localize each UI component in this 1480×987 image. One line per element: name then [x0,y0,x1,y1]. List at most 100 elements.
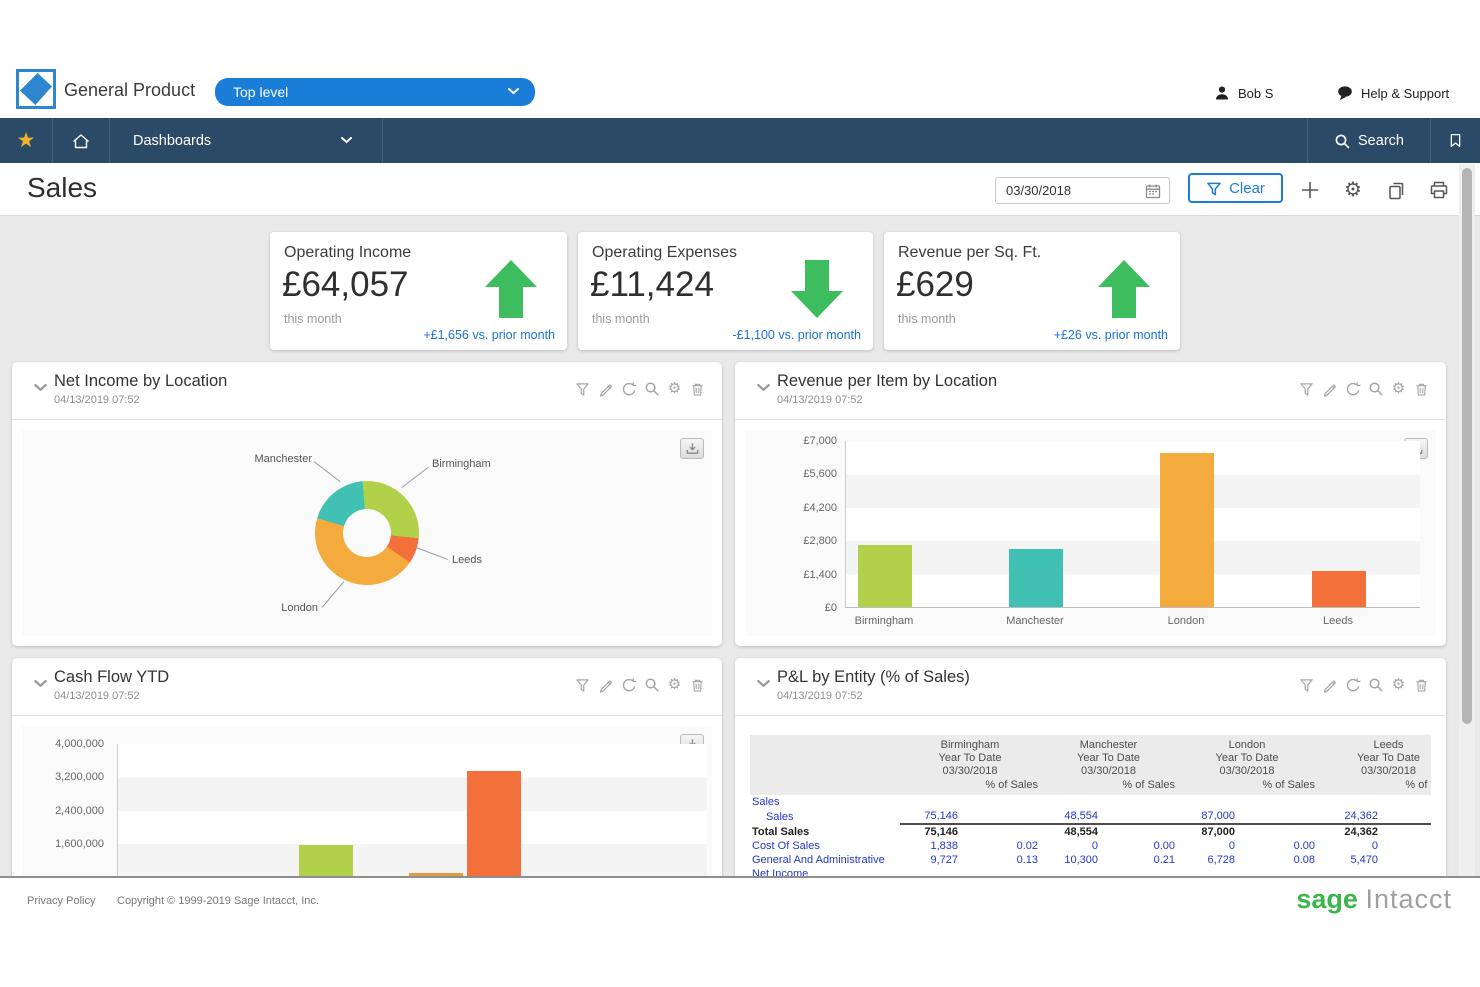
gear-icon[interactable]: ⚙ [1390,380,1407,397]
privacy-policy-link[interactable]: Privacy Policy [27,895,95,907]
refresh-icon[interactable] [620,676,637,693]
refresh-icon[interactable] [1344,676,1361,693]
pl-cell[interactable]: 87,000 [1177,809,1237,824]
zoom-icon[interactable] [1367,676,1384,693]
slice-label-birmingham: Birmingham [432,458,491,470]
callout-line [402,467,429,488]
panel-header: Cash Flow YTD 04/13/2019 07:52 ⚙ [12,658,722,716]
pl-column-header: LondonYear To Date03/30/2018 [1177,735,1317,778]
pl-cell[interactable]: 48,554 [1040,809,1100,824]
filter-icon[interactable] [1298,676,1315,693]
star-icon: ★ [17,128,36,153]
pl-row-label[interactable]: Cost Of Sales [750,839,900,853]
pl-cell [1100,824,1177,839]
pl-row-label[interactable]: Sales [750,809,900,824]
panel-header: P&L by Entity (% of Sales) 04/13/2019 07… [735,658,1446,716]
scrollbar-thumb[interactable] [1462,168,1472,724]
pl-cell: 0.00 [1237,839,1317,853]
callout-line [322,581,345,608]
calendar-icon[interactable] [1145,183,1161,199]
report-date-value: 03/30/2018 [1006,183,1071,198]
add-component-button[interactable] [1298,178,1322,202]
kpi-card-operating-income: Operating Income £64,057 this month +£1,… [270,232,567,350]
pl-cell [1237,795,1317,809]
pl-cell [1380,839,1431,853]
panel-title: Net Income by Location [54,372,227,391]
pl-cell: 0.00 [1100,839,1177,853]
user-menu[interactable]: Bob S [1214,85,1273,101]
pl-cell [1380,809,1431,824]
refresh-icon[interactable] [620,380,637,397]
x-axis-label: Leeds [1283,615,1393,627]
delete-icon[interactable] [689,380,706,397]
pl-cell [1317,795,1380,809]
dashboards-menu[interactable]: Dashboards [110,118,383,163]
pl-table-head: BirminghamYear To Date03/30/2018Manchest… [750,735,1431,795]
y-axis-tick: £0 [825,602,837,614]
delete-icon[interactable] [689,676,706,693]
pl-row-label[interactable]: General And Administrative [750,853,900,867]
zoom-icon[interactable] [1367,380,1384,397]
collapse-chevron-icon[interactable] [757,680,770,688]
zoom-icon[interactable] [643,676,660,693]
pl-cell: 0 [1040,839,1100,853]
help-support-label: Help & Support [1361,86,1449,101]
search-button[interactable]: Search [1307,118,1430,163]
edit-icon[interactable] [1321,676,1338,693]
gear-icon[interactable]: ⚙ [666,676,683,693]
x-axis-label: London [1131,615,1241,627]
collapse-chevron-icon[interactable] [34,680,47,688]
delete-icon[interactable] [1413,380,1430,397]
kpi-value: £64,057 [282,265,409,305]
bookmark-button[interactable] [1430,118,1480,163]
edit-icon[interactable] [597,380,614,397]
collapse-chevron-icon[interactable] [757,384,770,392]
zoom-icon[interactable] [643,380,660,397]
intacct-wordmark: Intacct [1365,884,1452,914]
x-axis-label: Manchester [980,615,1090,627]
edit-icon[interactable] [597,676,614,693]
chevron-down-icon [341,137,352,144]
collapse-chevron-icon[interactable] [34,384,47,392]
download-chart-button[interactable] [680,438,704,459]
pl-cell: 9,727 [900,853,960,867]
print-button[interactable] [1427,178,1451,202]
home-button[interactable] [53,118,110,163]
filter-icon[interactable] [574,676,591,693]
pl-cell[interactable]: 75,146 [900,809,960,824]
refresh-icon[interactable] [1344,380,1361,397]
edit-icon[interactable] [1321,380,1338,397]
dashboard-settings-button[interactable]: ⚙ [1341,178,1365,202]
callout-line [416,547,448,560]
x-axis-label: Birmingham [829,615,939,627]
kpi-period: this month [592,312,650,326]
net-income-donut[interactable] [315,481,419,585]
clear-filter-button[interactable]: Clear [1188,173,1283,203]
panel-timestamp: 04/13/2019 07:52 [777,394,863,406]
gear-icon[interactable]: ⚙ [666,380,683,397]
gear-icon[interactable]: ⚙ [1390,676,1407,693]
pl-cell [1177,795,1237,809]
bar-birmingham [858,545,912,607]
favorites-button[interactable]: ★ [0,118,53,163]
slice-label-leeds: Leeds [452,554,482,566]
help-support[interactable]: Help & Support [1337,85,1449,101]
panel-timestamp: 04/13/2019 07:52 [777,690,863,702]
pl-row-label[interactable]: Sales [750,795,900,809]
pl-cell: 0.02 [960,839,1040,853]
company-logo [16,69,56,109]
plus-icon [1300,180,1320,200]
report-date-input[interactable]: 03/30/2018 [995,177,1170,204]
duplicate-button[interactable] [1384,178,1408,202]
entity-selector-dropdown[interactable]: Top level [215,78,535,106]
pl-cell [1040,795,1100,809]
filter-icon[interactable] [1298,380,1315,397]
pl-cell[interactable]: 24,362 [1317,809,1380,824]
panel-net-income-by-location: Net Income by Location 04/13/2019 07:52 … [12,362,722,646]
kpi-title: Revenue per Sq. Ft. [898,244,1041,262]
entity-selector-value: Top level [233,84,288,100]
delete-icon[interactable] [1413,676,1430,693]
pl-table-row: Total Sales75,14648,55487,00024,362 [750,824,1431,839]
filter-icon[interactable] [574,380,591,397]
pl-cell [1237,824,1317,839]
